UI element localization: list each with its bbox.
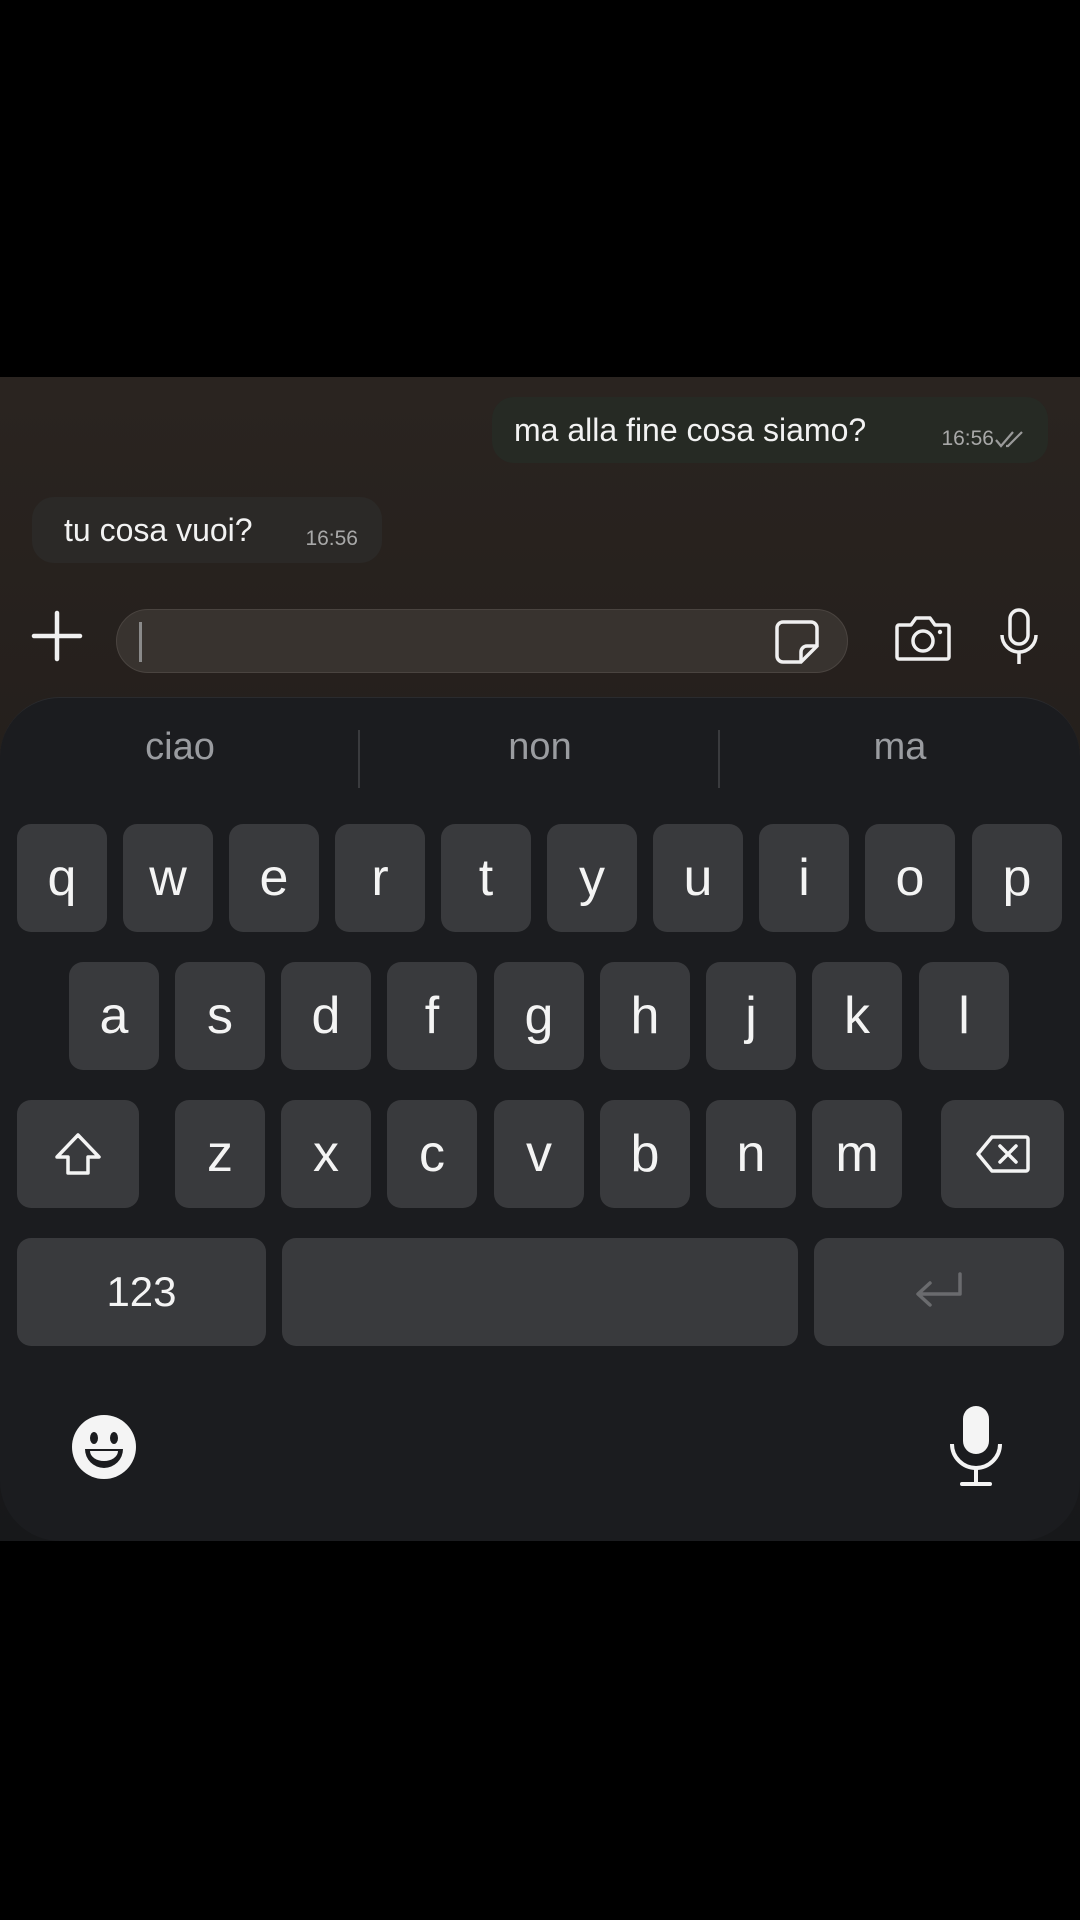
key-r[interactable]: r [335,824,425,932]
emoji-button[interactable] [70,1413,138,1481]
key-n[interactable]: n [706,1100,796,1208]
key-v[interactable]: v [494,1100,584,1208]
text-caret [139,622,142,662]
key-g[interactable]: g [494,962,584,1070]
key-i[interactable]: i [759,824,849,932]
incoming-message[interactable]: tu cosa vuoi? 16:56 [32,497,382,563]
suggestion-strip: ciao non ma [0,698,1080,818]
smiley-face-icon [72,1415,136,1479]
key-q[interactable]: q [17,824,107,932]
backspace-key[interactable] [941,1100,1064,1208]
key-a[interactable]: a [69,962,159,1070]
key-c[interactable]: c [387,1100,477,1208]
key-t[interactable]: t [441,824,531,932]
message-text: tu cosa vuoi? [64,511,253,548]
microphone-icon [950,1406,1002,1486]
key-l[interactable]: l [919,962,1009,1070]
chat-screen: ma alla fine cosa siamo? 16:56 tu cosa v… [0,377,1080,1541]
key-d[interactable]: d [281,962,371,1070]
shift-key[interactable] [17,1100,139,1208]
message-input[interactable] [116,609,848,673]
suggestion-3[interactable]: ma [720,726,1080,769]
key-f[interactable]: f [387,962,477,1070]
key-j[interactable]: j [706,962,796,1070]
keyboard-voice-input-button[interactable] [946,1404,1006,1488]
key-x[interactable]: x [281,1100,371,1208]
return-arrow-icon [916,1272,962,1307]
suggestion-2[interactable]: non [360,726,720,769]
plus-icon [31,610,83,662]
key-h[interactable]: h [600,962,690,1070]
sticker-button[interactable] [773,618,821,666]
key-e[interactable]: e [229,824,319,932]
message-time: 16:56 [305,527,358,550]
key-k[interactable]: k [812,962,902,1070]
read-double-check-icon [995,431,1023,448]
letterbox-top [0,0,1080,377]
key-s[interactable]: s [175,962,265,1070]
attach-button[interactable] [30,609,84,663]
key-w[interactable]: w [123,824,213,932]
message-time: 16:56 [941,427,994,450]
outgoing-message[interactable]: ma alla fine cosa siamo? 16:56 [492,397,1048,463]
enter-key[interactable] [814,1238,1064,1346]
letterbox-bottom [0,1541,1080,1920]
microphone-icon [1000,608,1038,664]
key-b[interactable]: b [600,1100,690,1208]
sticker-icon [775,620,819,664]
key-u[interactable]: u [653,824,743,932]
compose-bar [0,587,1080,687]
key-z[interactable]: z [175,1100,265,1208]
key-p[interactable]: p [972,824,1062,932]
numbers-key[interactable]: 123 [17,1238,266,1346]
message-list: ma alla fine cosa siamo? 16:56 tu cosa v… [0,377,1080,587]
camera-button[interactable] [894,613,952,663]
keyboard: ciao non ma q w e r t y u i o p a s d f … [0,697,1080,1541]
key-y[interactable]: y [547,824,637,932]
backspace-icon [975,1135,1030,1173]
shift-arrow-icon [55,1133,101,1175]
suggestion-1[interactable]: ciao [0,726,360,769]
space-bar[interactable] [282,1238,798,1346]
message-text: ma alla fine cosa siamo? [514,411,867,448]
key-m[interactable]: m [812,1100,902,1208]
voice-message-button[interactable] [998,607,1040,667]
key-o[interactable]: o [865,824,955,932]
camera-icon [895,616,951,661]
